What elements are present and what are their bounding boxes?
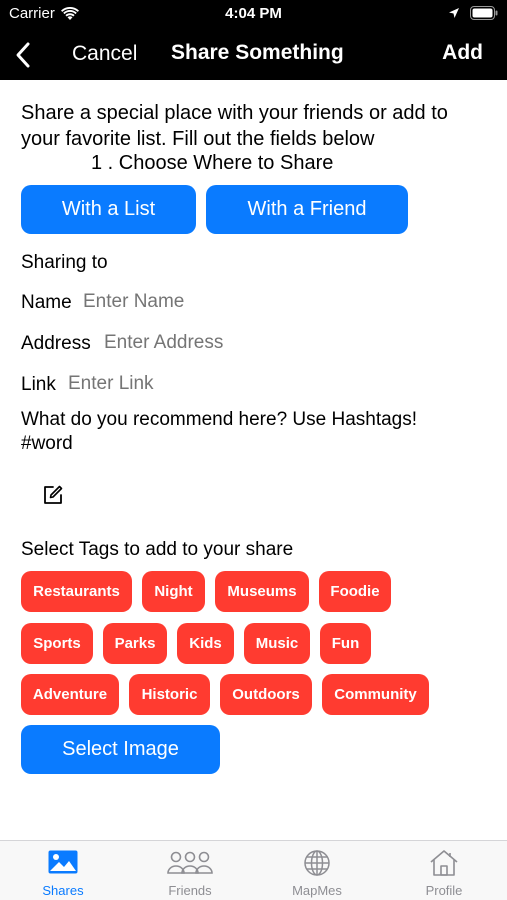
people-icon	[167, 851, 213, 874]
battery-icon	[470, 6, 498, 20]
tab-profile-label: Profile	[425, 883, 463, 898]
tag-community[interactable]: Community	[322, 674, 429, 715]
tag-night[interactable]: Night	[142, 571, 205, 612]
address-input[interactable]	[104, 332, 484, 354]
tags-title: Select Tags to add to your share	[21, 539, 294, 560]
step-heading: 1 . Choose Where to Share	[91, 152, 334, 174]
tag-museums[interactable]: Museums	[215, 571, 309, 612]
status-bar: Carrier 4:04 PM	[0, 0, 507, 30]
hashtag-hint: #word	[21, 433, 73, 454]
tab-shares[interactable]: Shares	[0, 841, 126, 900]
tag-adventure[interactable]: Adventure	[21, 674, 119, 715]
compose-edit-icon[interactable]	[42, 484, 64, 506]
tab-friends-label: Friends	[168, 883, 212, 898]
tag-outdoors[interactable]: Outdoors	[220, 674, 312, 715]
tab-shares-label: Shares	[42, 883, 84, 898]
cancel-button[interactable]: Cancel	[72, 42, 137, 66]
back-chevron-icon[interactable]	[12, 39, 36, 71]
photo-icon	[48, 850, 78, 874]
location-arrow-icon	[449, 8, 459, 18]
add-button[interactable]: Add	[442, 41, 483, 65]
tab-bar: Shares Friends MapMes Profile	[0, 840, 507, 900]
with-a-friend-button[interactable]: With a Friend	[206, 185, 408, 234]
tag-music[interactable]: Music	[244, 623, 310, 664]
page-title: Share Something	[171, 41, 344, 64]
tag-parks[interactable]: Parks	[103, 623, 167, 664]
globe-icon	[304, 850, 330, 876]
sharing-to-label: Sharing to	[21, 252, 108, 273]
tag-restaurants[interactable]: Restaurants	[21, 571, 132, 612]
tag-historic[interactable]: Historic	[129, 674, 210, 715]
name-label: Name	[21, 292, 72, 313]
with-a-list-button[interactable]: With a List	[21, 185, 196, 234]
address-label: Address	[21, 333, 91, 354]
tab-mapmes[interactable]: MapMes	[254, 841, 380, 900]
tag-sports[interactable]: Sports	[21, 623, 93, 664]
select-image-button[interactable]: Select Image	[21, 725, 220, 774]
tab-mapmes-label: MapMes	[292, 883, 342, 898]
intro-text: Share a special place with your friends …	[21, 102, 448, 150]
name-input[interactable]	[83, 291, 483, 313]
status-time: 4:04 PM	[225, 5, 282, 22]
status-right	[448, 6, 498, 20]
tag-foodie[interactable]: Foodie	[319, 571, 391, 612]
recommend-prompt: What do you recommend here? Use Hashtags…	[21, 409, 418, 430]
navigation-bar: Cancel Share Something Add	[0, 30, 507, 80]
house-icon	[430, 850, 458, 876]
tag-kids[interactable]: Kids	[177, 623, 234, 664]
tag-fun[interactable]: Fun	[320, 623, 371, 664]
tab-profile[interactable]: Profile	[381, 841, 507, 900]
tab-friends[interactable]: Friends	[127, 841, 253, 900]
link-input[interactable]	[68, 373, 478, 395]
link-label: Link	[21, 374, 56, 395]
